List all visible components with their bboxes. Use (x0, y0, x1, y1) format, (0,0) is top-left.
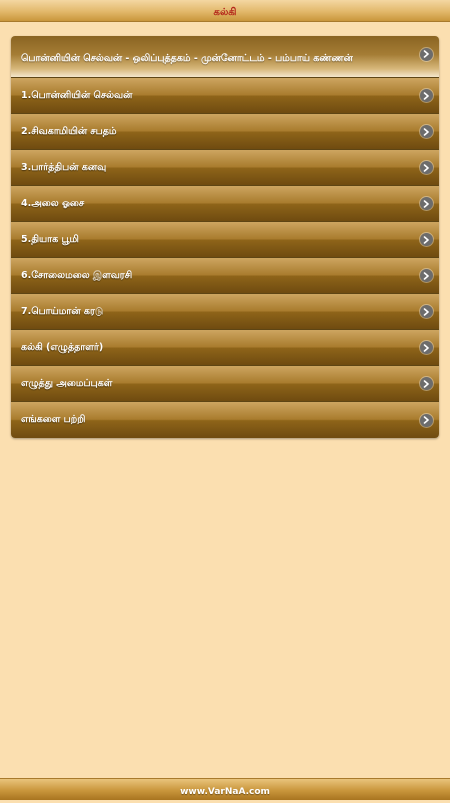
menu-item-label: 1.பொன்னியின் செல்வன் (21, 89, 133, 101)
chevron-right-icon (420, 197, 433, 210)
menu-item-about-us[interactable]: எங்களை பற்றி (11, 402, 439, 438)
menu-item-alai-osai[interactable]: 4.அலை ஓசை (11, 186, 439, 222)
top-bar: கல்கி (0, 0, 450, 22)
menu-item-label: 3.பார்த்திபன் கனவு (21, 161, 107, 173)
chevron-right-icon (420, 305, 433, 318)
menu-item-label: 6.சோலைமலை இளவரசி (21, 269, 133, 281)
menu-item-solaimalai-ilavarasi[interactable]: 6.சோலைமலை இளவரசி (11, 258, 439, 294)
menu-item-label: 2.சிவகாமியின் சபதம் (21, 125, 117, 137)
menu-item-parthiban-kanavu[interactable]: 3.பார்த்திபன் கனவு (11, 150, 439, 186)
chevron-right-icon (420, 377, 433, 390)
menu-list: பொன்னியின் செல்வன் - ஒலிப்புத்தகம் - முன… (11, 36, 439, 438)
chevron-right-icon (420, 47, 433, 61)
footer-site-link[interactable]: www.VarNaA.com (180, 787, 270, 797)
menu-item-label: 7.பொய்மான் கரடு (21, 305, 104, 317)
page-title: கல்கி (213, 7, 237, 18)
menu-item-label: கல்கி (எழுத்தாளர்) (21, 341, 104, 353)
chevron-right-icon (420, 269, 433, 282)
footer-bar: www.VarNaA.com (0, 778, 450, 800)
menu-item-label: பொன்னியின் செல்வன் - ஒலிப்புத்தகம் - முன… (21, 52, 353, 64)
menu-item-label: எங்களை பற்றி (21, 414, 86, 425)
chevron-right-icon (420, 233, 433, 246)
menu-item-kalki-author[interactable]: கல்கி (எழுத்தாளர்) (11, 330, 439, 366)
menu-item-sivagamiyin-sabatham[interactable]: 2.சிவகாமியின் சபதம் (11, 114, 439, 150)
menu-item-ponniyin-selvan[interactable]: 1.பொன்னியின் செல்வன் (11, 78, 439, 114)
menu-item-thiyaga-boomi[interactable]: 5.தியாக பூமி (11, 222, 439, 258)
chevron-right-icon (420, 341, 433, 354)
chevron-right-icon (420, 161, 433, 174)
chevron-right-icon (420, 89, 433, 102)
menu-item-label: எழுத்து அமைப்புகள் (21, 377, 113, 389)
menu-item-label: 5.தியாக பூமி (21, 233, 79, 245)
menu-item-text-settings[interactable]: எழுத்து அமைப்புகள் (11, 366, 439, 402)
menu-item-label: 4.அலை ஓசை (21, 197, 85, 209)
chevron-right-icon (420, 413, 433, 427)
menu-item-audiobook-preview[interactable]: பொன்னியின் செல்வன் - ஒலிப்புத்தகம் - முன… (11, 36, 439, 78)
menu-item-poimaan-karadu[interactable]: 7.பொய்மான் கரடு (11, 294, 439, 330)
chevron-right-icon (420, 125, 433, 138)
